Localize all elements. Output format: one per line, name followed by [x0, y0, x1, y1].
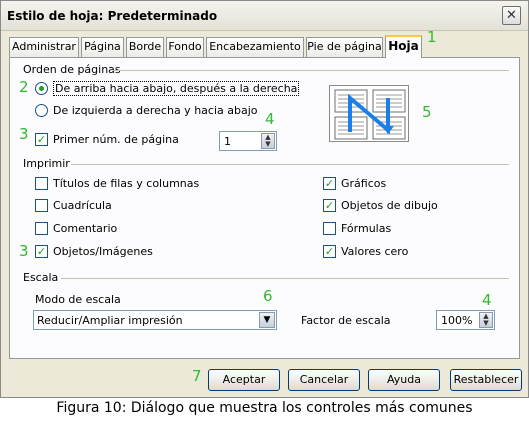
print-grid-label: Cuadrícula: [53, 199, 112, 212]
radio-left-right-label: De izquierda a derecha y hacia abajo: [53, 104, 258, 117]
tab-pie-de-pagina[interactable]: Pie de página: [306, 37, 383, 57]
spinner-arrows-icon[interactable]: ▲ ▼: [261, 133, 275, 149]
style-dialog: Estilo de hoja: Predeterminado ✕ Adminis…: [0, 0, 529, 398]
scale-mode-label: Modo de escala: [35, 293, 121, 306]
print-comments-checkbox[interactable]: Comentario: [35, 222, 117, 235]
print-heading: Imprimir: [23, 157, 70, 170]
checkbox-checked[interactable]: ✓: [323, 199, 336, 212]
print-objects-images-label: Objetos/Imágenes: [53, 245, 153, 258]
print-comments-label: Comentario: [53, 222, 118, 235]
print-formulas-label: Fórmulas: [341, 222, 392, 235]
ok-button[interactable]: Aceptar: [208, 369, 280, 391]
checkbox[interactable]: [35, 222, 48, 235]
help-button[interactable]: Ayuda: [368, 369, 440, 391]
radio-button-selected[interactable]: [35, 82, 48, 95]
annotation-4-scale: 4: [482, 291, 492, 309]
scale-heading: Escala: [23, 271, 59, 284]
radio-top-down-label: De arriba hacia abajo, después a la dere…: [53, 81, 300, 96]
radio-top-down[interactable]: De arriba hacia abajo, después a la dere…: [35, 81, 300, 96]
scale-factor-spinner[interactable]: 100% ▲ ▼: [436, 310, 495, 330]
reset-button[interactable]: Restablecer: [450, 369, 522, 391]
print-objects-images-checkbox[interactable]: ✓ Objetos/Imágenes: [35, 245, 153, 258]
checkbox-checked[interactable]: ✓: [323, 177, 336, 190]
first-page-number-checkbox[interactable]: ✓ Primer núm. de página: [35, 133, 179, 146]
print-zero-values-checkbox[interactable]: ✓ Valores cero: [323, 245, 408, 258]
print-row-col-titles-checkbox[interactable]: Títulos de filas y columnas: [35, 177, 199, 190]
first-page-number-value: 1: [224, 134, 231, 148]
annotation-4-spinner: 4: [265, 110, 275, 128]
checkbox-checked[interactable]: ✓: [323, 245, 336, 258]
tab-borde[interactable]: Borde: [126, 37, 164, 57]
print-drawing-objects-label: Objetos de dibujo: [341, 199, 438, 212]
scale-mode-value: Reducir/Ampliar impresión: [37, 313, 183, 327]
annotation-6: 6: [263, 287, 273, 305]
tab-encabezamiento[interactable]: Encabezamiento: [206, 37, 304, 57]
scale-divider: [61, 278, 509, 279]
page-order-preview-image: [329, 85, 409, 142]
print-divider: [71, 164, 509, 165]
title-bar: Estilo de hoja: Predeterminado ✕: [1, 1, 528, 31]
annotation-3-first-page: 3: [19, 125, 29, 143]
print-row-col-titles-label: Títulos de filas y columnas: [53, 177, 200, 190]
checkbox[interactable]: [35, 177, 48, 190]
scale-mode-select[interactable]: Reducir/Ampliar impresión ▼: [33, 310, 277, 330]
print-charts-label: Gráficos: [341, 177, 387, 190]
tab-administrar[interactable]: Administrar: [9, 37, 79, 57]
tab-fondo[interactable]: Fondo: [166, 37, 204, 57]
page-order-divider: [113, 70, 509, 71]
print-grid-checkbox[interactable]: Cuadrícula: [35, 199, 112, 212]
close-button[interactable]: ✕: [502, 6, 521, 25]
cancel-button[interactable]: Cancelar: [288, 369, 360, 391]
print-formulas-checkbox[interactable]: Fórmulas: [323, 222, 391, 235]
chevron-down-icon[interactable]: ▼: [259, 312, 275, 328]
print-charts-checkbox[interactable]: ✓ Gráficos: [323, 177, 386, 190]
annotation-1: 1: [427, 28, 437, 46]
scale-factor-value: 100%: [441, 313, 473, 327]
print-zero-values-label: Valores cero: [341, 245, 409, 258]
annotation-5: 5: [422, 103, 432, 121]
radio-button[interactable]: [35, 104, 48, 117]
print-drawing-objects-checkbox[interactable]: ✓ Objetos de dibujo: [323, 199, 438, 212]
annotation-3-objects: 3: [19, 242, 29, 260]
tab-hoja[interactable]: Hoja: [385, 35, 422, 58]
first-page-number-spinner[interactable]: 1 ▲ ▼: [219, 131, 277, 151]
page-order-preview-icon: [334, 89, 406, 140]
annotation-2: 2: [19, 78, 29, 96]
dialog-title: Estilo de hoja: Predeterminado: [7, 9, 218, 23]
figure-caption: Figura 10: Diálogo que muestra los contr…: [56, 400, 473, 416]
checkbox-checked[interactable]: ✓: [35, 245, 48, 258]
tab-pagina[interactable]: Página: [81, 37, 124, 57]
checkbox-checked[interactable]: ✓: [35, 133, 48, 146]
spinner-arrows-icon[interactable]: ▲ ▼: [479, 312, 493, 328]
checkbox[interactable]: [35, 199, 48, 212]
page-order-heading: Orden de páginas: [23, 63, 121, 76]
radio-left-right[interactable]: De izquierda a derecha y hacia abajo: [35, 104, 258, 117]
checkbox[interactable]: [323, 222, 336, 235]
first-page-number-label: Primer núm. de página: [53, 133, 179, 146]
scale-factor-label: Factor de escala: [301, 314, 391, 327]
close-icon: ✕: [506, 8, 517, 23]
annotation-7: 7: [192, 367, 202, 385]
